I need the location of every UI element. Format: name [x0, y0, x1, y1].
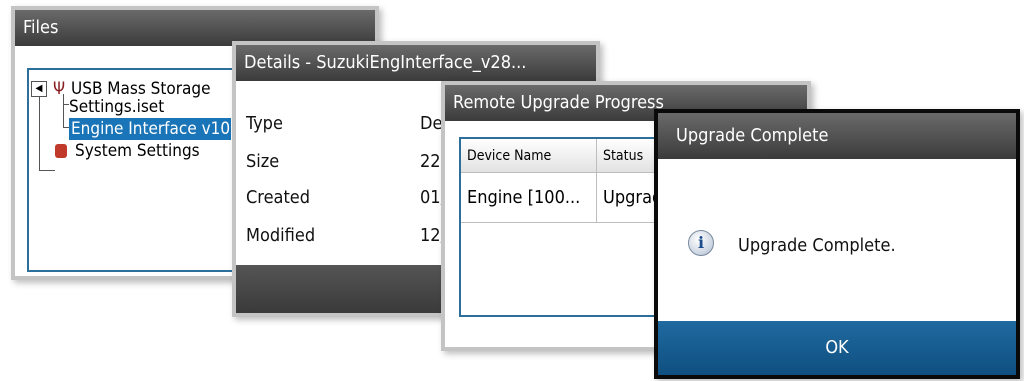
- database-icon: [55, 144, 67, 158]
- detail-label-created: Created: [246, 187, 311, 208]
- usb-icon: Ψ: [53, 79, 66, 99]
- detail-label-modified: Modified: [246, 225, 316, 246]
- tree-item-engine-label: Engine Interface v10: [71, 119, 231, 139]
- detail-label-size: Size: [246, 151, 280, 172]
- tree-item-settings-file[interactable]: Settings.iset: [69, 96, 164, 118]
- ok-button[interactable]: OK: [658, 321, 1016, 375]
- details-window-title: Details - SuzukiEngInterface_v28...: [236, 45, 596, 81]
- tree-item-system-settings[interactable]: System Settings: [55, 140, 200, 162]
- upgrade-complete-dialog: Upgrade Complete i Upgrade Complete. OK: [654, 109, 1020, 379]
- column-header-device[interactable]: Device Name: [461, 139, 597, 173]
- tree-item-system-label: System Settings: [75, 141, 200, 161]
- tree-item-engine-file[interactable]: Engine Interface v10: [69, 118, 231, 140]
- tree-item-settings-label: Settings.iset: [69, 97, 165, 117]
- table-cell-device[interactable]: Engine [100...: [461, 173, 597, 223]
- upgrade-complete-message: Upgrade Complete.: [738, 235, 896, 256]
- detail-label-type: Type: [246, 113, 283, 134]
- upgrade-complete-title: Upgrade Complete: [658, 113, 1016, 159]
- collapse-icon[interactable]: ◀: [31, 81, 47, 97]
- info-icon: i: [688, 230, 714, 256]
